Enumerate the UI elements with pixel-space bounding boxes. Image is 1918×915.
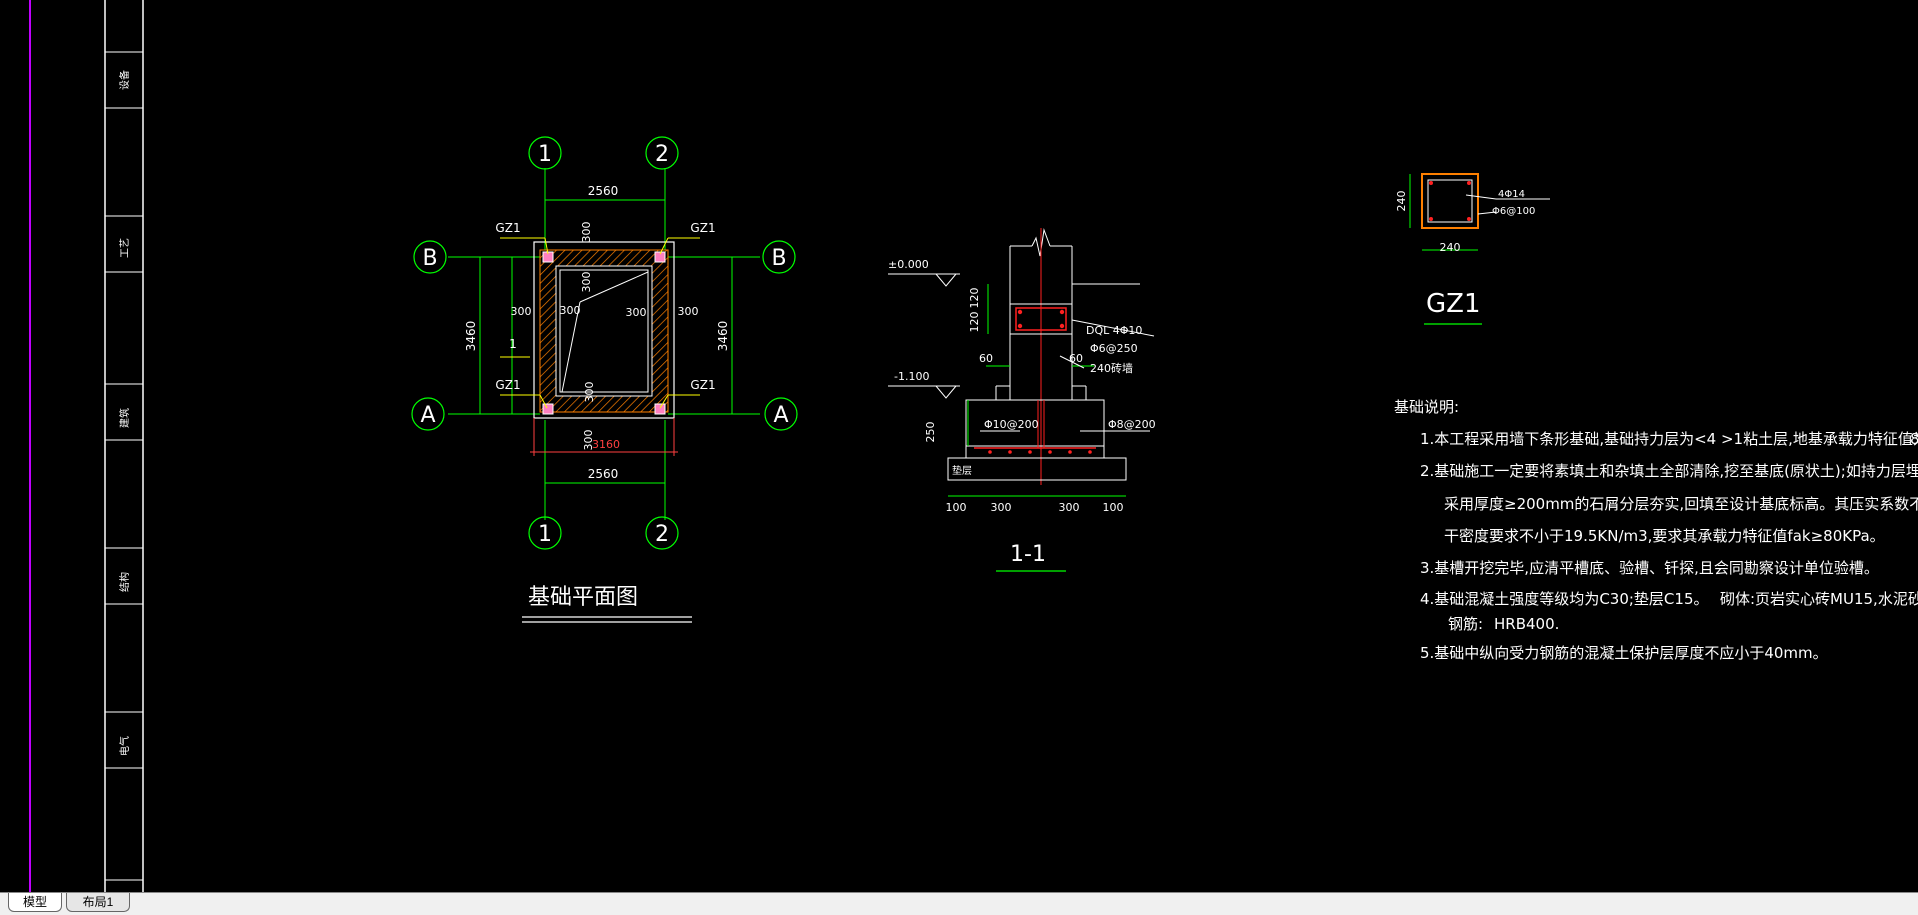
plan-title: 基础平面图 xyxy=(528,585,638,610)
section-title: 1-1 xyxy=(1010,542,1046,567)
section-dim-60-right: 60 xyxy=(1069,352,1083,365)
notes-line-1: 1.本工程采用墙下条形基础,基础持力层为<4 >1粘土层,地基承载力特征值为 xyxy=(1420,430,1918,448)
section-dim-100-right: 100 xyxy=(1103,501,1124,514)
svg-text:A: A xyxy=(773,403,788,428)
foundation-notes[interactable]: 基础说明: 1.本工程采用墙下条形基础,基础持力层为<4 >1粘土层,地基承载力… xyxy=(1394,398,1918,662)
column-rebar-stirrup: Φ6@100 xyxy=(1492,206,1535,217)
svg-text:B: B xyxy=(771,246,786,271)
tab-layout1[interactable]: 布局1 xyxy=(66,893,130,912)
plan-gz1-tl: GZ1 xyxy=(495,221,520,235)
plan-gz1-tr: GZ1 xyxy=(690,221,715,235)
notes-line-3: 采用厚度≥200mm的石屑分层夯实,回填至设计基底标高。其压实系数不得小于0.9… xyxy=(1444,495,1918,513)
notes-line-2: 2.基础施工一定要将素填土和杂填土全部清除,挖至基底(原状土);如持力层埋深较大… xyxy=(1420,462,1918,480)
plan-dim-2560-top: 2560 xyxy=(588,184,619,198)
frame-label-4: 电气 xyxy=(118,736,131,756)
section-elev-top: ±0.000 xyxy=(888,258,929,271)
axis-bubble-B-left: B xyxy=(413,240,447,274)
notes-value-8: 8 xyxy=(1910,430,1918,448)
axis-bubble-2-bottom: 2 xyxy=(645,516,679,550)
cad-model-space[interactable]: 设备 工艺 建筑 结构 电气 1 2 1 2 B B A A 2560 2560… xyxy=(0,0,1918,892)
layout-tab-bar: 模型 布局1 xyxy=(0,892,1918,915)
svg-text:2: 2 xyxy=(655,142,669,167)
plan-dim-3460-left: 3460 xyxy=(464,321,478,352)
axis-bubble-1-bottom: 1 xyxy=(528,516,562,550)
notes-line-7: 钢筋: xyxy=(1448,615,1483,633)
notes-line-6b: 砌体:页岩实心砖MU15,水泥砂浆M7.5 xyxy=(1720,590,1918,608)
plan-dim-300-left-inner: 300 xyxy=(560,304,581,317)
section-dim-250: 250 xyxy=(924,422,937,443)
axis-bubble-B-right: B xyxy=(762,240,796,274)
section-dim-100-left: 100 xyxy=(946,501,967,514)
foundation-plan[interactable]: 1 2 1 2 B B A A 2560 2560 3460 3460 300 … xyxy=(411,136,798,623)
frame-label-2: 建筑 xyxy=(118,408,131,428)
plan-dim-300-right-inner: 300 xyxy=(626,306,647,319)
section-dim-300-right: 300 xyxy=(1059,501,1080,514)
section-cushion: 垫层 xyxy=(952,464,972,477)
plan-dim-3160: 3160 xyxy=(592,438,620,451)
plan-dim-300-center: 300 xyxy=(580,272,593,293)
tab-model[interactable]: 模型 xyxy=(8,893,62,912)
section-rebar-bottom-left: Φ10@200 xyxy=(984,418,1039,431)
plan-gz1-bl: GZ1 xyxy=(495,378,520,392)
notes-line-6: 4.基础混凝土强度等级均为C30;垫层C15。 xyxy=(1420,590,1709,608)
section-1-1[interactable]: ±0.000 -1.100 120 120 60 60 250 DQL 4Φ10… xyxy=(888,228,1156,572)
section-rebar-stirrup: Φ6@250 xyxy=(1090,342,1138,355)
column-title: GZ1 xyxy=(1426,289,1481,319)
plan-dim-300-top: 300 xyxy=(580,222,593,243)
axis-bubble-2-top: 2 xyxy=(645,136,679,170)
section-elev-bottom: -1.100 xyxy=(894,370,929,383)
svg-text:B: B xyxy=(422,246,437,271)
axis-bubble-1-top: 1 xyxy=(528,136,562,170)
plan-dim-300-bottom: 300 xyxy=(583,382,596,403)
plan-dim-2560-bottom: 2560 xyxy=(588,467,619,481)
section-dim-60-left: 60 xyxy=(979,352,993,365)
frame-label-0: 设备 xyxy=(118,70,131,90)
column-rebar-main: 4Φ14 xyxy=(1498,189,1525,200)
svg-text:A: A xyxy=(420,403,435,428)
section-dim-120b: 120 xyxy=(968,312,981,333)
notes-line-5: 3.基槽开挖完毕,应清平槽底、验槽、钎探,且会同勘察设计单位验槽。 xyxy=(1420,559,1879,577)
svg-text:1: 1 xyxy=(538,142,552,167)
section-dim-300-left: 300 xyxy=(991,501,1012,514)
plan-dim-300-right: 300 xyxy=(678,305,699,318)
svg-text:1: 1 xyxy=(538,522,552,547)
section-rebar-bottom-right: Φ8@200 xyxy=(1108,418,1156,431)
column-dim-w: 240 xyxy=(1440,241,1461,254)
frame-label-3: 结构 xyxy=(118,572,131,592)
plan-dim-3460-right: 3460 xyxy=(716,321,730,352)
frame-label-1: 工艺 xyxy=(119,238,131,258)
section-dim-120a: 120 xyxy=(968,288,981,309)
section-rebar-dql: DQL 4Φ10 xyxy=(1086,324,1142,337)
column-gz1-detail[interactable]: 240 240 4Φ14 Φ6@100 GZ1 xyxy=(1395,173,1550,325)
plan-section-mark: 1 xyxy=(509,337,517,351)
axis-bubble-A-left: A xyxy=(411,397,445,431)
axis-bubble-A-right: A xyxy=(764,397,798,431)
plan-gz1-br: GZ1 xyxy=(690,378,715,392)
svg-text:2: 2 xyxy=(655,522,669,547)
notes-line-8: 5.基础中纵向受力钢筋的混凝土保护层厚度不应小于40mm。 xyxy=(1420,644,1828,662)
notes-line-4: 干密度要求不小于19.5KN/m3,要求其承载力特征值fak≥80KPa。 xyxy=(1444,527,1885,545)
notes-line-7b: HRB400. xyxy=(1494,615,1559,633)
frame-labels: 设备 工艺 建筑 结构 电气 xyxy=(118,70,131,756)
section-wall: 240砖墙 xyxy=(1090,361,1133,375)
plan-dim-300-left: 300 xyxy=(511,305,532,318)
notes-heading: 基础说明: xyxy=(1394,398,1459,416)
column-dim-h: 240 xyxy=(1395,191,1408,212)
drawing-frame xyxy=(29,0,144,892)
